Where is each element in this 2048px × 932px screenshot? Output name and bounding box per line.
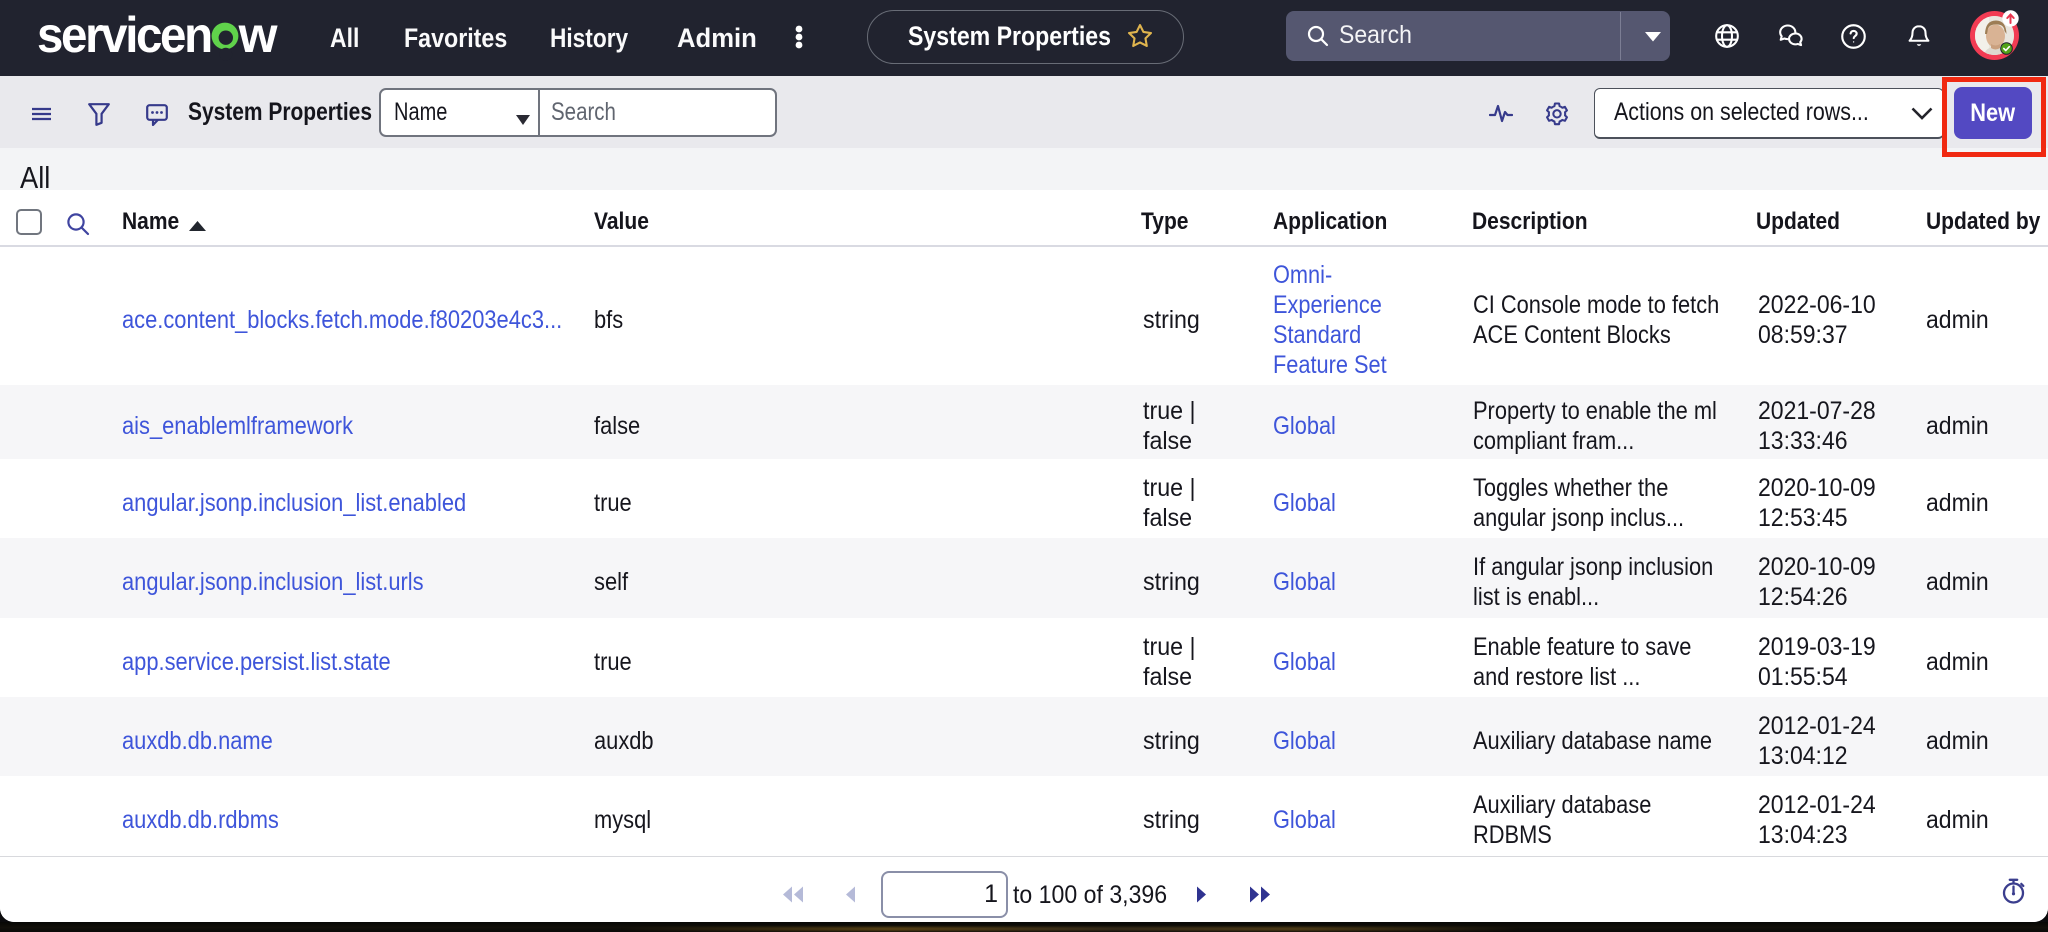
svg-text:w: w	[238, 7, 278, 63]
svg-text:servicen: servicen	[37, 8, 211, 63]
